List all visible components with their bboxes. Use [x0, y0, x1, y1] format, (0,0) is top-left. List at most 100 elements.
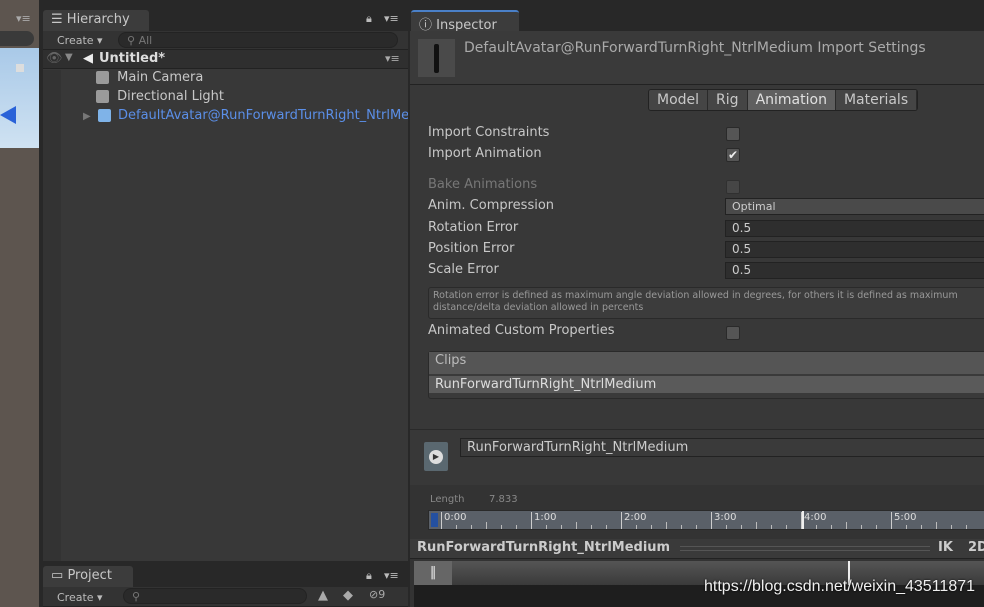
timeline-minor-tick [966, 525, 967, 529]
timeline-minor-tick [636, 525, 637, 529]
tab-inspector[interactable]: ⓘ Inspector [411, 10, 519, 33]
hierarchy-gutter [43, 70, 61, 561]
hierarchy-item-main-camera[interactable]: Main Camera [96, 70, 203, 85]
timeline-tick-label: 4:00 [801, 512, 826, 529]
timeline-tick-label: 1:00 [531, 512, 556, 529]
length-label: Length [430, 494, 465, 505]
lock-icon[interactable]: 🔒︎ [366, 569, 372, 583]
timeline-minor-tick [471, 525, 472, 529]
unity-scene-icon: ◀ [83, 51, 93, 66]
timeline-minor-tick [921, 525, 922, 529]
play-clip-button[interactable]: ▶ [424, 442, 448, 471]
timeline-minor-tick [906, 525, 907, 529]
timeline-minor-tick [516, 525, 517, 529]
scale-error-input[interactable]: 0.5 [725, 262, 984, 279]
2d-toggle[interactable]: 2D [968, 540, 984, 555]
clips-header: Clips [429, 352, 984, 374]
preview-clip-name: RunForwardTurnRight_NtrlMedium [417, 540, 671, 555]
gizmo-z-arrow-icon[interactable] [0, 106, 16, 124]
hierarchy-panel: Create ▾ ⚲ All 👁︎ ▼ ◀ Untitled* ▾≡ Main … [43, 31, 408, 561]
hidden-packages-icon[interactable]: ⊘9 [369, 588, 385, 601]
timeline-minor-tick [681, 525, 682, 529]
create-button[interactable]: Create ▾ [51, 31, 109, 50]
timeline-tick-label: 3:00 [711, 512, 736, 529]
expand-arrow-icon[interactable]: ▶ [83, 111, 91, 122]
bake-animations-checkbox [726, 180, 740, 194]
hierarchy-list-icon: ☰ [51, 12, 63, 27]
timeline-minor-tick [951, 525, 952, 529]
inspector-header: DefaultAvatar@RunForwardTurnRight_NtrlMe… [410, 31, 984, 85]
hierarchy-item-directional-light[interactable]: Directional Light [96, 89, 224, 104]
scene-menu-icon[interactable]: ▾≡ [16, 12, 31, 25]
timeline-tick-label: 5:00 [891, 512, 916, 529]
import-constraints-label: Import Constraints [428, 125, 550, 140]
length-value: 7.833 [489, 494, 518, 505]
timeline-minor-tick [831, 525, 832, 529]
create-button[interactable]: Create ▾ [51, 588, 109, 607]
tab-project[interactable]: ▭ Project [43, 566, 133, 587]
timeline-minor-tick [861, 525, 862, 529]
timeline-minor-tick [726, 525, 727, 529]
scene-view[interactable] [0, 0, 39, 607]
filter-by-label-icon[interactable]: ◆ [343, 588, 353, 603]
hierarchy-item-default-avatar[interactable]: ▶ DefaultAvatar@RunForwardTurnRight_Ntrl… [83, 108, 408, 123]
animated-custom-properties-checkbox[interactable] [726, 326, 740, 340]
help-box: Rotation error is defined as maximum ang… [428, 287, 984, 319]
timeline-tick-label: 2:00 [621, 512, 646, 529]
clip-name-input[interactable]: RunForwardTurnRight_NtrlMedium [460, 438, 984, 457]
anim-compression-label: Anim. Compression [428, 198, 555, 213]
watermark: https://blog.csdn.net/weixin_43511871 [704, 578, 976, 595]
inspector-panel: DefaultAvatar@RunForwardTurnRight_NtrlMe… [410, 31, 984, 607]
timeline-minor-tick [561, 525, 562, 529]
prefab-model-icon [97, 109, 111, 122]
scene-gizmo-area [0, 48, 39, 148]
filter-by-type-icon[interactable]: ▲ [318, 588, 328, 603]
timeline-start-marker[interactable] [431, 513, 438, 527]
project-search-input[interactable]: ⚲ [123, 588, 307, 604]
timeline-minor-tick [696, 525, 697, 529]
tab-model[interactable]: Model [649, 90, 709, 110]
timeline-minor-tick [546, 525, 547, 529]
timeline-minor-tick [771, 525, 772, 529]
scene-menu-icon[interactable]: ▾≡ [385, 52, 400, 65]
search-icon: ⚲ [132, 590, 141, 603]
playhead[interactable] [802, 511, 804, 529]
avatar-preview-icon [418, 39, 455, 77]
gameobject-cube-icon [96, 71, 109, 84]
panel-menu-icon[interactable]: ▾≡ [384, 12, 399, 25]
rotation-error-label: Rotation Error [428, 220, 519, 235]
timeline-minor-tick [501, 525, 502, 529]
ik-toggle[interactable]: IK [938, 540, 953, 555]
timeline-minor-tick [876, 525, 877, 529]
preview-toolbar: RunForwardTurnRight_NtrlMedium IK 2D [410, 539, 984, 559]
timeline-ruler[interactable]: 0:00 1:00 2:00 3:00 4:00 5:00 [428, 510, 984, 530]
timeline-tick-label: 0:00 [441, 512, 466, 529]
hierarchy-search-input[interactable]: ⚲ All [118, 32, 398, 48]
visibility-eye-icon[interactable]: 👁︎ [46, 51, 63, 66]
timeline-minor-tick [816, 525, 817, 529]
tab-animation[interactable]: Animation [747, 90, 836, 110]
clip-section: ▶ RunForwardTurnRight_NtrlMedium [410, 429, 984, 485]
lock-icon[interactable]: 🔒︎ [366, 12, 372, 26]
expand-arrow-icon[interactable]: ▼ [65, 52, 73, 63]
import-constraints-checkbox[interactable] [726, 127, 740, 141]
lock-icon [16, 64, 24, 72]
tab-materials[interactable]: Materials [835, 90, 918, 110]
anim-compression-dropdown[interactable]: Optimal [725, 198, 984, 215]
import-animation-checkbox[interactable]: ✔ [726, 148, 740, 162]
scene-row[interactable]: 👁︎ ▼ ◀ Untitled* ▾≡ [43, 50, 408, 69]
pause-button[interactable]: ‖ [414, 561, 452, 585]
tab-rig[interactable]: Rig [708, 90, 748, 110]
timeline-minor-tick [936, 522, 937, 529]
import-animation-label: Import Animation [428, 146, 542, 161]
panel-menu-icon[interactable]: ▾≡ [384, 569, 399, 582]
import-tabs: Model Rig Animation Materials [648, 89, 919, 111]
clip-list-item[interactable]: RunForwardTurnRight_NtrlMedium [429, 376, 984, 393]
tab-hierarchy[interactable]: ☰ Hierarchy [43, 10, 149, 31]
project-toolbar: Create ▾ ⚲ ▲ ◆ ⊘9 [43, 587, 408, 607]
timeline-minor-tick [756, 522, 757, 529]
position-error-input[interactable]: 0.5 [725, 241, 984, 258]
timeline-minor-tick [846, 522, 847, 529]
scene-search[interactable] [0, 31, 34, 46]
rotation-error-input[interactable]: 0.5 [725, 220, 984, 237]
